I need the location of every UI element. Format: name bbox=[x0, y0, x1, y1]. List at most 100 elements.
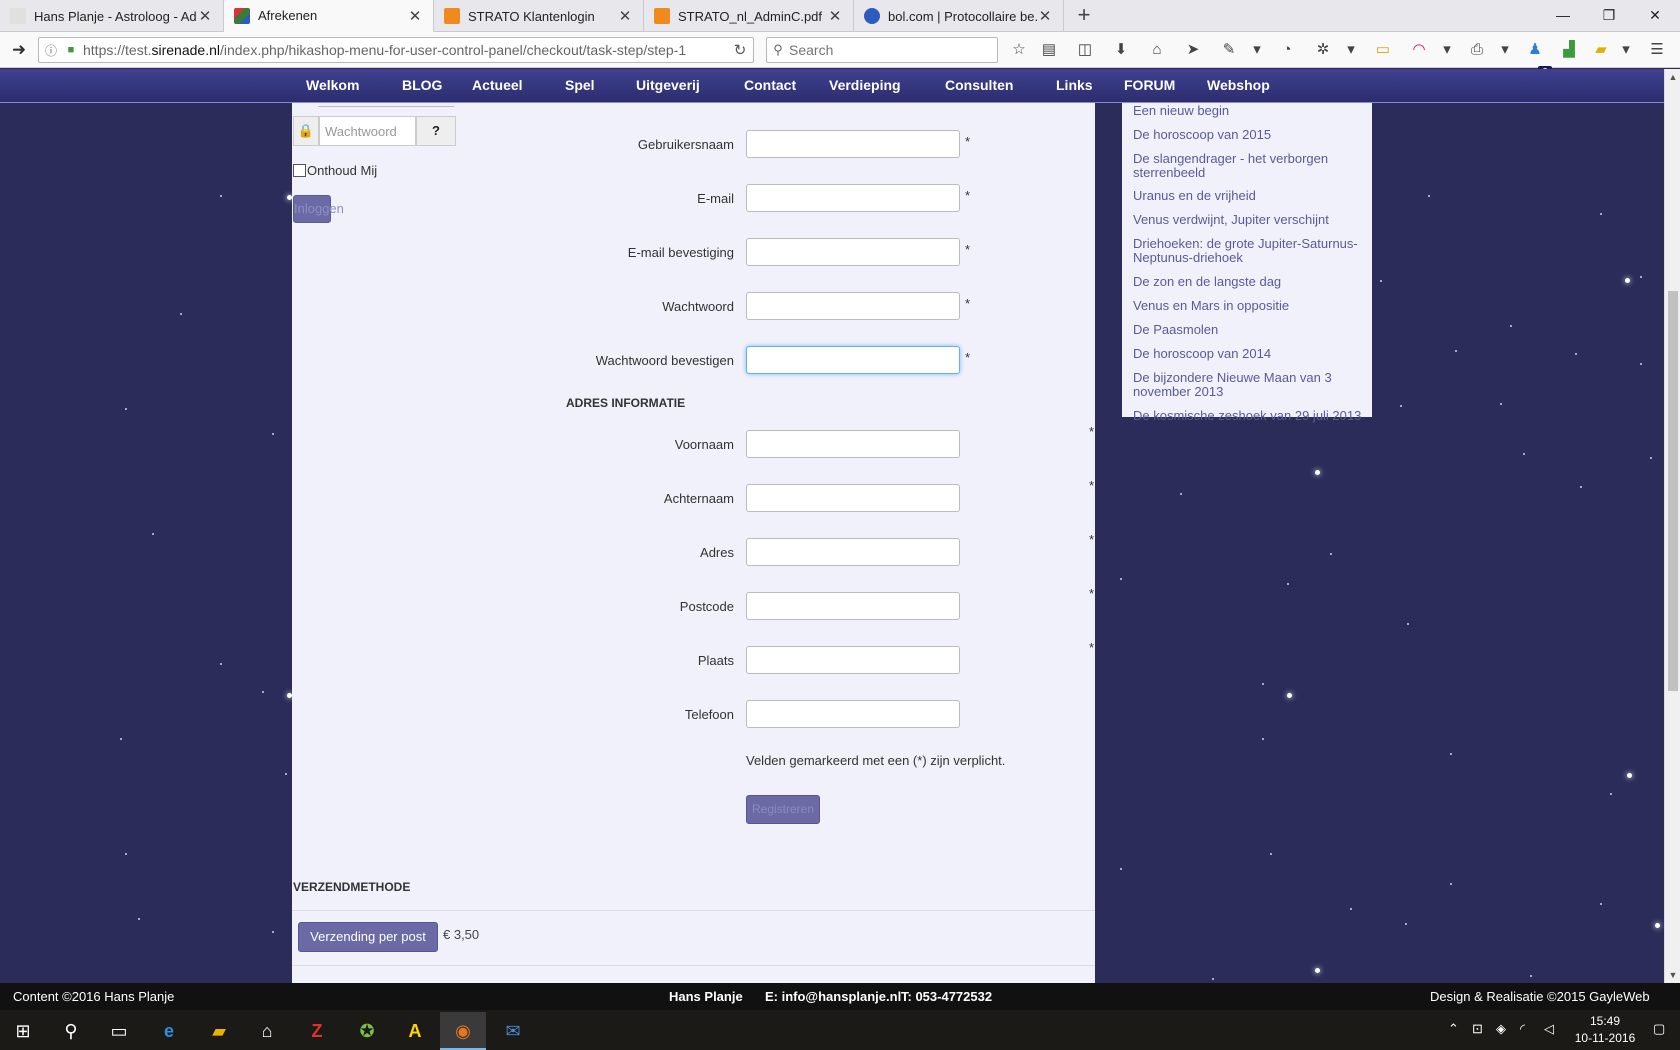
menu-item-spel[interactable]: Spel bbox=[565, 77, 595, 93]
sidebar-article-link[interactable]: Venus en Mars in oppositie bbox=[1133, 299, 1363, 313]
pocket-icon[interactable]: ◫ bbox=[1075, 40, 1095, 60]
sidebar-article-link[interactable]: De zon en de langste dag bbox=[1133, 275, 1363, 289]
send-icon[interactable]: ➤ bbox=[1183, 40, 1203, 60]
action-center-icon[interactable]: ▢ bbox=[1653, 1021, 1665, 1037]
close-tab-icon[interactable]: ✕ bbox=[407, 7, 423, 25]
printer-icon[interactable]: ⎙ bbox=[1467, 40, 1487, 60]
firefox-icon[interactable]: ◉ bbox=[440, 1012, 486, 1050]
thunderbird-icon[interactable]: ✉ bbox=[490, 1012, 536, 1050]
sidebar-article-link[interactable]: Een nieuw begin bbox=[1133, 104, 1363, 118]
network-tray-icon[interactable]: ⊡ bbox=[1472, 1021, 1483, 1037]
remember-me[interactable]: Onthoud Mij bbox=[293, 163, 377, 178]
scroll-down-icon[interactable]: ▼ bbox=[1665, 967, 1680, 983]
reload-icon[interactable]: ↻ bbox=[727, 41, 753, 59]
password-input[interactable] bbox=[746, 292, 960, 320]
task-view-icon[interactable]: ▭ bbox=[96, 1012, 142, 1050]
phone-input[interactable] bbox=[746, 700, 960, 728]
filezilla-icon[interactable]: Z bbox=[294, 1012, 340, 1050]
menu-item-contact[interactable]: Contact bbox=[744, 77, 796, 93]
store-icon[interactable]: ⌂ bbox=[244, 1012, 290, 1050]
menu-item-welkom[interactable]: Welkom bbox=[306, 77, 359, 93]
notifications-icon[interactable]: ♟ bbox=[1525, 40, 1545, 60]
browser-tab[interactable]: STRATO_nl_AdminC.pdf ✕ bbox=[644, 0, 854, 32]
scroll-up-icon[interactable]: ▲ bbox=[1665, 69, 1680, 85]
browser-tab[interactable]: Hans Planje - Astroloog - Ad... ✕ bbox=[0, 0, 224, 32]
reading-list-icon[interactable]: ▤ bbox=[1039, 40, 1059, 60]
browser-tab[interactable]: bol.com | Protocollaire be... ✕ bbox=[854, 0, 1064, 32]
minimize-button[interactable]: — bbox=[1540, 0, 1586, 32]
shipping-method-button[interactable]: Verzending per post bbox=[298, 922, 438, 952]
chevron-up-icon[interactable]: ⌃ bbox=[1448, 1021, 1459, 1037]
firstname-input[interactable] bbox=[746, 430, 960, 458]
extension-icon[interactable]: ✲ bbox=[1313, 40, 1333, 60]
restore-button[interactable]: ❐ bbox=[1586, 0, 1632, 32]
close-window-button[interactable]: ✕ bbox=[1632, 0, 1678, 32]
menu-item-links[interactable]: Links bbox=[1056, 77, 1093, 93]
menu-item-webshop[interactable]: Webshop bbox=[1207, 77, 1270, 93]
question-icon[interactable]: ? bbox=[416, 116, 456, 146]
url-bar[interactable]: ⓘ ■ https://test.sirenade.nl/index.php/h… bbox=[38, 37, 754, 63]
sidebar-article-link[interactable]: De Paasmolen bbox=[1133, 323, 1363, 337]
sidebar-article-link[interactable]: Venus verdwijnt, Jupiter verschijnt bbox=[1133, 213, 1363, 227]
chart-extension-icon[interactable]: ▟ bbox=[1559, 40, 1579, 60]
menu-item-verdieping[interactable]: Verdieping bbox=[829, 77, 901, 93]
dropdown-icon[interactable]: ▾ bbox=[1616, 40, 1636, 60]
new-tab-button[interactable]: + bbox=[1072, 4, 1096, 28]
browser-tab-active[interactable]: Afrekenen ✕ bbox=[224, 0, 434, 32]
file-explorer-icon[interactable]: ▰ bbox=[196, 1012, 242, 1050]
menu-item-actueel[interactable]: Actueel bbox=[472, 77, 523, 93]
back-arrow-icon[interactable]: ➜ bbox=[6, 37, 32, 63]
address-input[interactable] bbox=[746, 538, 960, 566]
email-confirm-input[interactable] bbox=[746, 238, 960, 266]
footer-email[interactable]: E: info@hansplanje.nl bbox=[765, 989, 901, 1004]
info-icon[interactable]: ⓘ bbox=[39, 42, 63, 59]
close-tab-icon[interactable]: ✕ bbox=[827, 7, 843, 25]
url-text[interactable]: https://test.sirenade.nl/index.php/hikas… bbox=[79, 42, 727, 58]
dropbox-icon[interactable]: ◈ bbox=[1496, 1021, 1506, 1037]
android-icon[interactable]: ✪ bbox=[344, 1012, 390, 1050]
browser-tab[interactable]: STRATO Klantenlogin ✕ bbox=[434, 0, 644, 32]
dropdown-icon[interactable]: ▾ bbox=[1341, 40, 1361, 60]
sidebar-article-link[interactable]: Driehoeken: de grote Jupiter-Saturnus-Ne… bbox=[1133, 237, 1363, 265]
sidebar-article-link[interactable]: De bijzondere Nieuwe Maan van 3 november… bbox=[1133, 371, 1363, 399]
password-confirm-input[interactable] bbox=[746, 346, 960, 374]
sidebar-article-link[interactable]: De horoscoop van 2014 bbox=[1133, 347, 1363, 361]
menu-item-consulten[interactable]: Consulten bbox=[945, 77, 1013, 93]
dropdown-icon[interactable]: ▾ bbox=[1247, 40, 1267, 60]
rainbow-icon[interactable]: ◠ bbox=[1409, 40, 1429, 60]
search-bar[interactable]: ⚲ bbox=[766, 37, 998, 63]
history-icon[interactable]: ◔ bbox=[1277, 40, 1297, 60]
city-input[interactable] bbox=[746, 646, 960, 674]
hamburger-menu-icon[interactable]: ☰ bbox=[1647, 40, 1667, 60]
menu-item-blog[interactable]: BLOG bbox=[402, 77, 442, 93]
search-icon[interactable]: ⚲ bbox=[48, 1012, 94, 1050]
close-tab-icon[interactable]: ✕ bbox=[1037, 7, 1053, 25]
home-icon[interactable]: ⌂ bbox=[1147, 40, 1167, 60]
menu-item-uitgeverij[interactable]: Uitgeverij bbox=[636, 77, 700, 93]
sidebar-article-link[interactable]: De slangendrager - het verborgen sterren… bbox=[1133, 152, 1363, 180]
close-tab-icon[interactable]: ✕ bbox=[197, 7, 213, 25]
ruler-icon[interactable]: ▭ bbox=[1373, 40, 1393, 60]
edge-icon[interactable]: e bbox=[146, 1012, 192, 1050]
close-tab-icon[interactable]: ✕ bbox=[617, 7, 633, 25]
footer-credits[interactable]: Design & Realisatie ©2015 GayleWeb bbox=[1430, 989, 1650, 1004]
username-input[interactable] bbox=[746, 130, 960, 158]
dropdown-icon[interactable]: ▾ bbox=[1437, 40, 1457, 60]
bookmark-star-icon[interactable]: ☆ bbox=[1009, 40, 1029, 60]
postcode-input[interactable] bbox=[746, 592, 960, 620]
login-password-input[interactable] bbox=[319, 116, 416, 146]
dropdown-icon[interactable]: ▾ bbox=[1495, 40, 1515, 60]
email-input[interactable] bbox=[746, 184, 960, 212]
wifi-icon[interactable]: ◜ bbox=[1520, 1021, 1525, 1037]
folder-extension-icon[interactable]: ▰ bbox=[1591, 40, 1611, 60]
volume-icon[interactable]: ◁ bbox=[1544, 1021, 1554, 1037]
windows-start-icon[interactable]: ⊞ bbox=[0, 1012, 46, 1050]
sidebar-article-link[interactable]: Uranus en de vrijheid bbox=[1133, 189, 1363, 203]
sidebar-article-link[interactable]: De kosmische zeshoek van 29 juli 2013 bbox=[1133, 409, 1363, 423]
sidebar-article-link[interactable]: De horoscoop van 2015 bbox=[1133, 128, 1363, 142]
lastname-input[interactable] bbox=[746, 484, 960, 512]
download-icon[interactable]: ⬇ bbox=[1111, 40, 1131, 60]
system-clock[interactable]: 15:49 10-11-2016 bbox=[1560, 1013, 1650, 1047]
search-input[interactable] bbox=[789, 42, 989, 58]
register-button[interactable]: Registreren bbox=[746, 795, 820, 824]
